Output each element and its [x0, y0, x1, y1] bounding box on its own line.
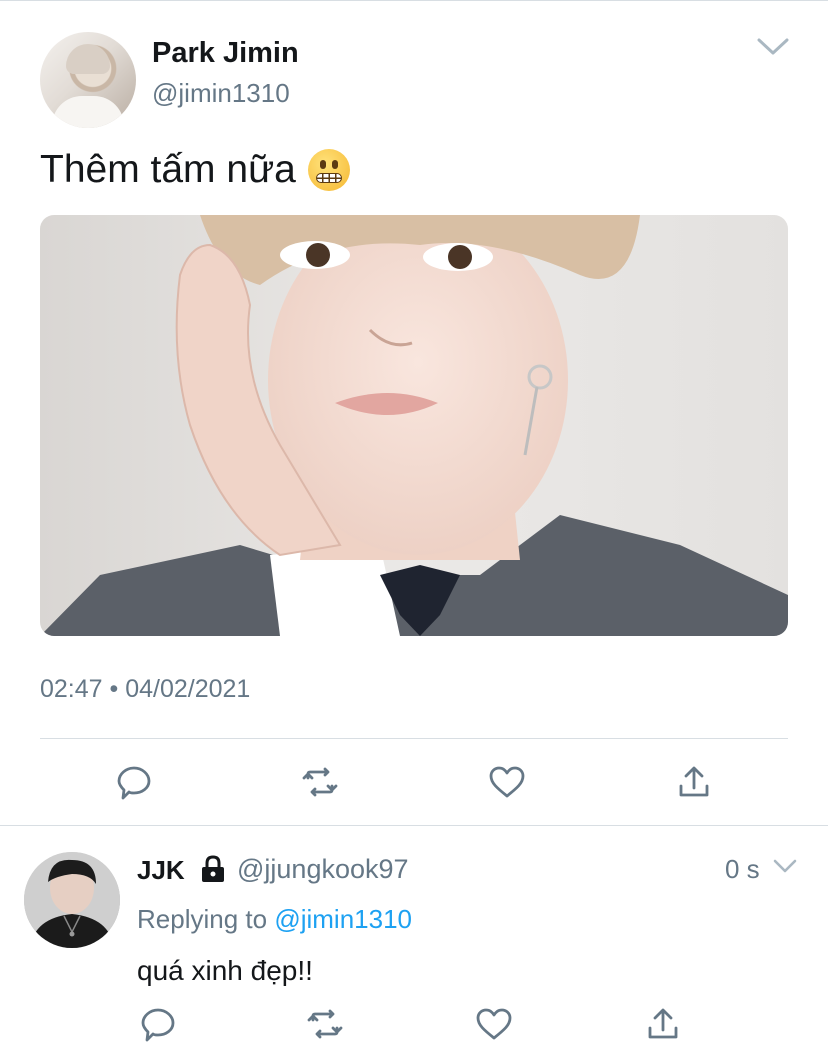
reply-text: quá xinh đẹp!!	[137, 955, 313, 986]
reply-time: 0 s	[725, 854, 760, 884]
tweet-separator	[0, 825, 828, 826]
author-handle[interactable]: @jimin1310	[152, 78, 290, 109]
top-divider	[0, 0, 828, 1]
like-icon[interactable]	[474, 1004, 514, 1044]
author-avatar[interactable]	[40, 32, 136, 128]
reply-icon[interactable]	[114, 762, 154, 802]
lock-icon	[202, 855, 224, 882]
tweet-text: Thêm tấm nữa	[40, 148, 296, 191]
replying-to-mention[interactable]: @jimin1310	[274, 904, 412, 934]
chevron-down-icon[interactable]	[756, 36, 790, 58]
like-icon[interactable]	[487, 762, 527, 802]
grimacing-face-icon	[307, 149, 350, 191]
share-icon[interactable]	[643, 1004, 683, 1044]
retweet-icon[interactable]	[305, 1004, 345, 1044]
tweet-text-row: Thêm tấm nữa	[40, 148, 350, 192]
reply-author-avatar[interactable]	[24, 852, 120, 948]
chevron-down-icon[interactable]	[772, 858, 798, 876]
retweet-icon[interactable]	[300, 762, 340, 802]
reply-icon[interactable]	[138, 1004, 178, 1044]
reply-author-name[interactable]: JJK	[137, 855, 185, 886]
reply-author-handle[interactable]: @jjungkook97	[237, 854, 409, 885]
divider	[40, 738, 788, 739]
tweet-photo[interactable]	[40, 215, 788, 636]
tweet-timestamp: 02:47 • 04/02/2021	[40, 675, 251, 703]
replying-to-label: Replying to	[137, 904, 275, 934]
share-icon[interactable]	[674, 762, 714, 802]
author-name[interactable]: Park Jimin	[152, 37, 299, 70]
replying-to: Replying to @jimin1310	[137, 904, 412, 935]
